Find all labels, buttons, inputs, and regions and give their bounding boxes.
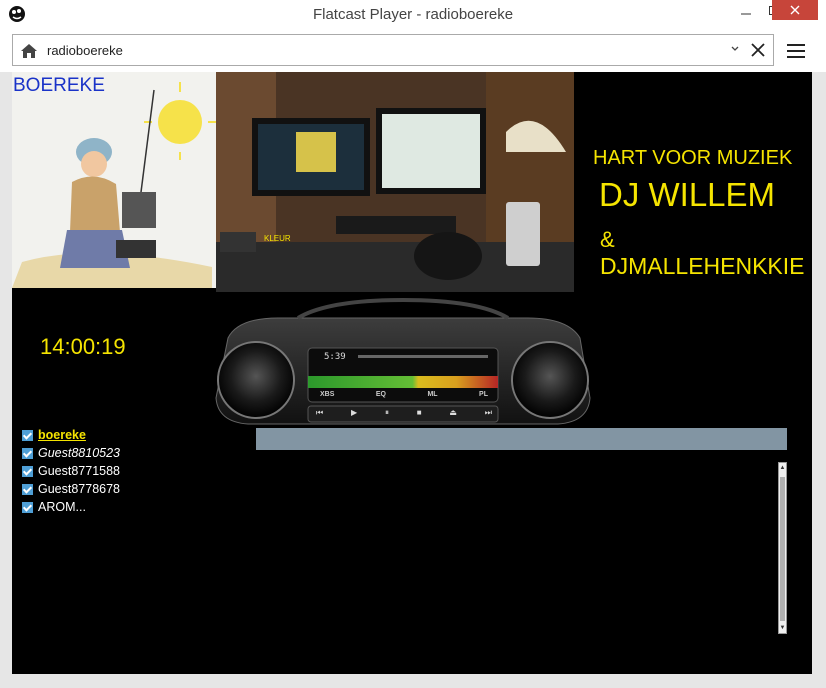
player-button-labels: XBS EQ ML PL xyxy=(320,391,488,398)
ml-button[interactable]: ML xyxy=(427,391,437,398)
transport-controls: ⏮ ▶ ⏸ ■ ⏏ ⏭ xyxy=(316,408,492,418)
radio-man-illustration xyxy=(12,82,216,288)
hamburger-menu-icon[interactable] xyxy=(786,42,806,60)
checkbox-icon[interactable] xyxy=(22,429,33,441)
chat-scrollbar[interactable]: ▲ ▼ xyxy=(778,462,787,634)
scroll-thumb[interactable] xyxy=(780,477,785,621)
user-name[interactable]: boereke xyxy=(38,428,86,442)
tagline: HART VOOR MUZIEK xyxy=(593,147,793,169)
list-item[interactable]: boereke xyxy=(22,426,252,444)
dj-ampersand: & xyxy=(600,227,615,252)
minimize-button[interactable] xyxy=(732,0,760,22)
photo-caption: KLEUR xyxy=(264,234,291,243)
checkbox-icon[interactable] xyxy=(22,483,33,495)
address-input[interactable] xyxy=(12,34,774,66)
studio-photo: KLEUR xyxy=(216,72,574,292)
play-icon[interactable]: ▶ xyxy=(351,408,357,418)
stop-icon[interactable]: ■ xyxy=(417,408,422,418)
checkbox-icon[interactable] xyxy=(22,465,33,477)
user-name[interactable]: Guest8771588 xyxy=(38,464,120,478)
minimize-icon xyxy=(741,13,751,15)
list-item[interactable]: AROM... xyxy=(22,498,252,516)
level-meter xyxy=(308,376,498,388)
eject-icon[interactable]: ⏏ xyxy=(449,408,457,418)
user-list: boereke Guest8810523 Guest8771588 Guest8… xyxy=(22,426,252,516)
clear-icon[interactable] xyxy=(750,42,766,58)
user-name[interactable]: Guest8778678 xyxy=(38,482,120,496)
scroll-down-icon[interactable]: ▼ xyxy=(779,623,786,633)
next-icon[interactable]: ⏭ xyxy=(485,408,492,418)
xbs-button[interactable]: XBS xyxy=(320,391,334,398)
previous-icon[interactable]: ⏮ xyxy=(316,408,323,418)
list-item[interactable]: Guest8778678 xyxy=(22,480,252,498)
checkbox-icon[interactable] xyxy=(22,447,33,459)
boereke-logo-art: BOEREKE xyxy=(12,72,216,288)
address-value: radioboereke xyxy=(47,43,123,58)
pause-icon[interactable]: ⏸ xyxy=(385,408,389,418)
pl-button[interactable]: PL xyxy=(479,391,488,398)
station-logo-text: BOEREKE xyxy=(13,75,105,96)
track-time: 5:39 xyxy=(324,352,346,362)
dj-primary-name: DJ WILLEM xyxy=(599,176,776,213)
radio-page: BOEREKE KLEUR HART VOOR MUZIEK DJ WILLEM… xyxy=(12,72,812,674)
scroll-up-icon[interactable]: ▲ xyxy=(779,463,786,473)
checkbox-icon[interactable] xyxy=(22,501,33,513)
studio-photo-image xyxy=(216,72,574,292)
user-name[interactable]: Guest8810523 xyxy=(38,446,120,460)
dj-secondary-name: DJMALLEHENKKIE xyxy=(600,253,805,279)
close-window-button[interactable] xyxy=(772,0,818,20)
chat-input-bar[interactable] xyxy=(256,428,787,450)
home-icon[interactable] xyxy=(20,42,38,60)
eq-button[interactable]: EQ xyxy=(376,391,386,398)
boombox-player: 5:39 XBS EQ ML PL ⏮ ▶ ⏸ ■ ⏏ ⏭ xyxy=(208,297,598,432)
list-item[interactable]: Guest8810523 xyxy=(22,444,252,462)
progress-bar[interactable] xyxy=(358,355,488,358)
list-item[interactable]: Guest8771588 xyxy=(22,462,252,480)
close-icon xyxy=(790,5,800,15)
clock: 14:00:19 xyxy=(40,334,126,359)
title-bar: Flatcast Player - radioboereke xyxy=(0,0,826,30)
user-name[interactable]: AROM... xyxy=(38,500,86,514)
window-title: Flatcast Player - radioboereke xyxy=(312,6,514,23)
chevron-down-icon[interactable] xyxy=(730,44,740,54)
